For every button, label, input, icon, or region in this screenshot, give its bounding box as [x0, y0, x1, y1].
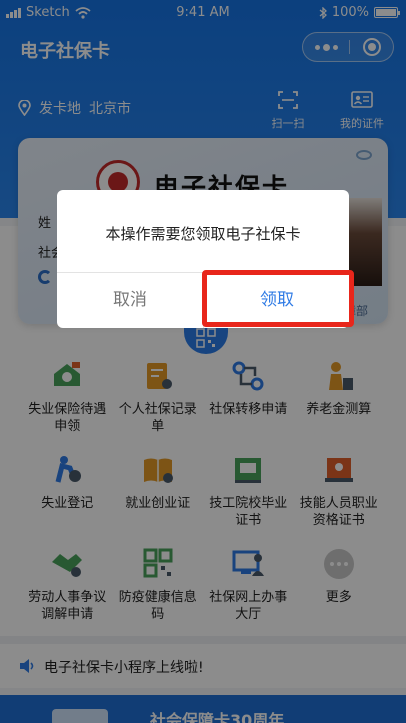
modal-overlay	[0, 0, 406, 723]
dialog-message: 本操作需要您领取电子社保卡	[105, 225, 301, 243]
app-page: Sketch 9:41 AM 100% 电子社保卡 发卡地 北京市 扫一扫 我的…	[0, 0, 406, 723]
claim-button-highlight	[202, 270, 354, 327]
cancel-button[interactable]: 取消	[57, 273, 203, 328]
